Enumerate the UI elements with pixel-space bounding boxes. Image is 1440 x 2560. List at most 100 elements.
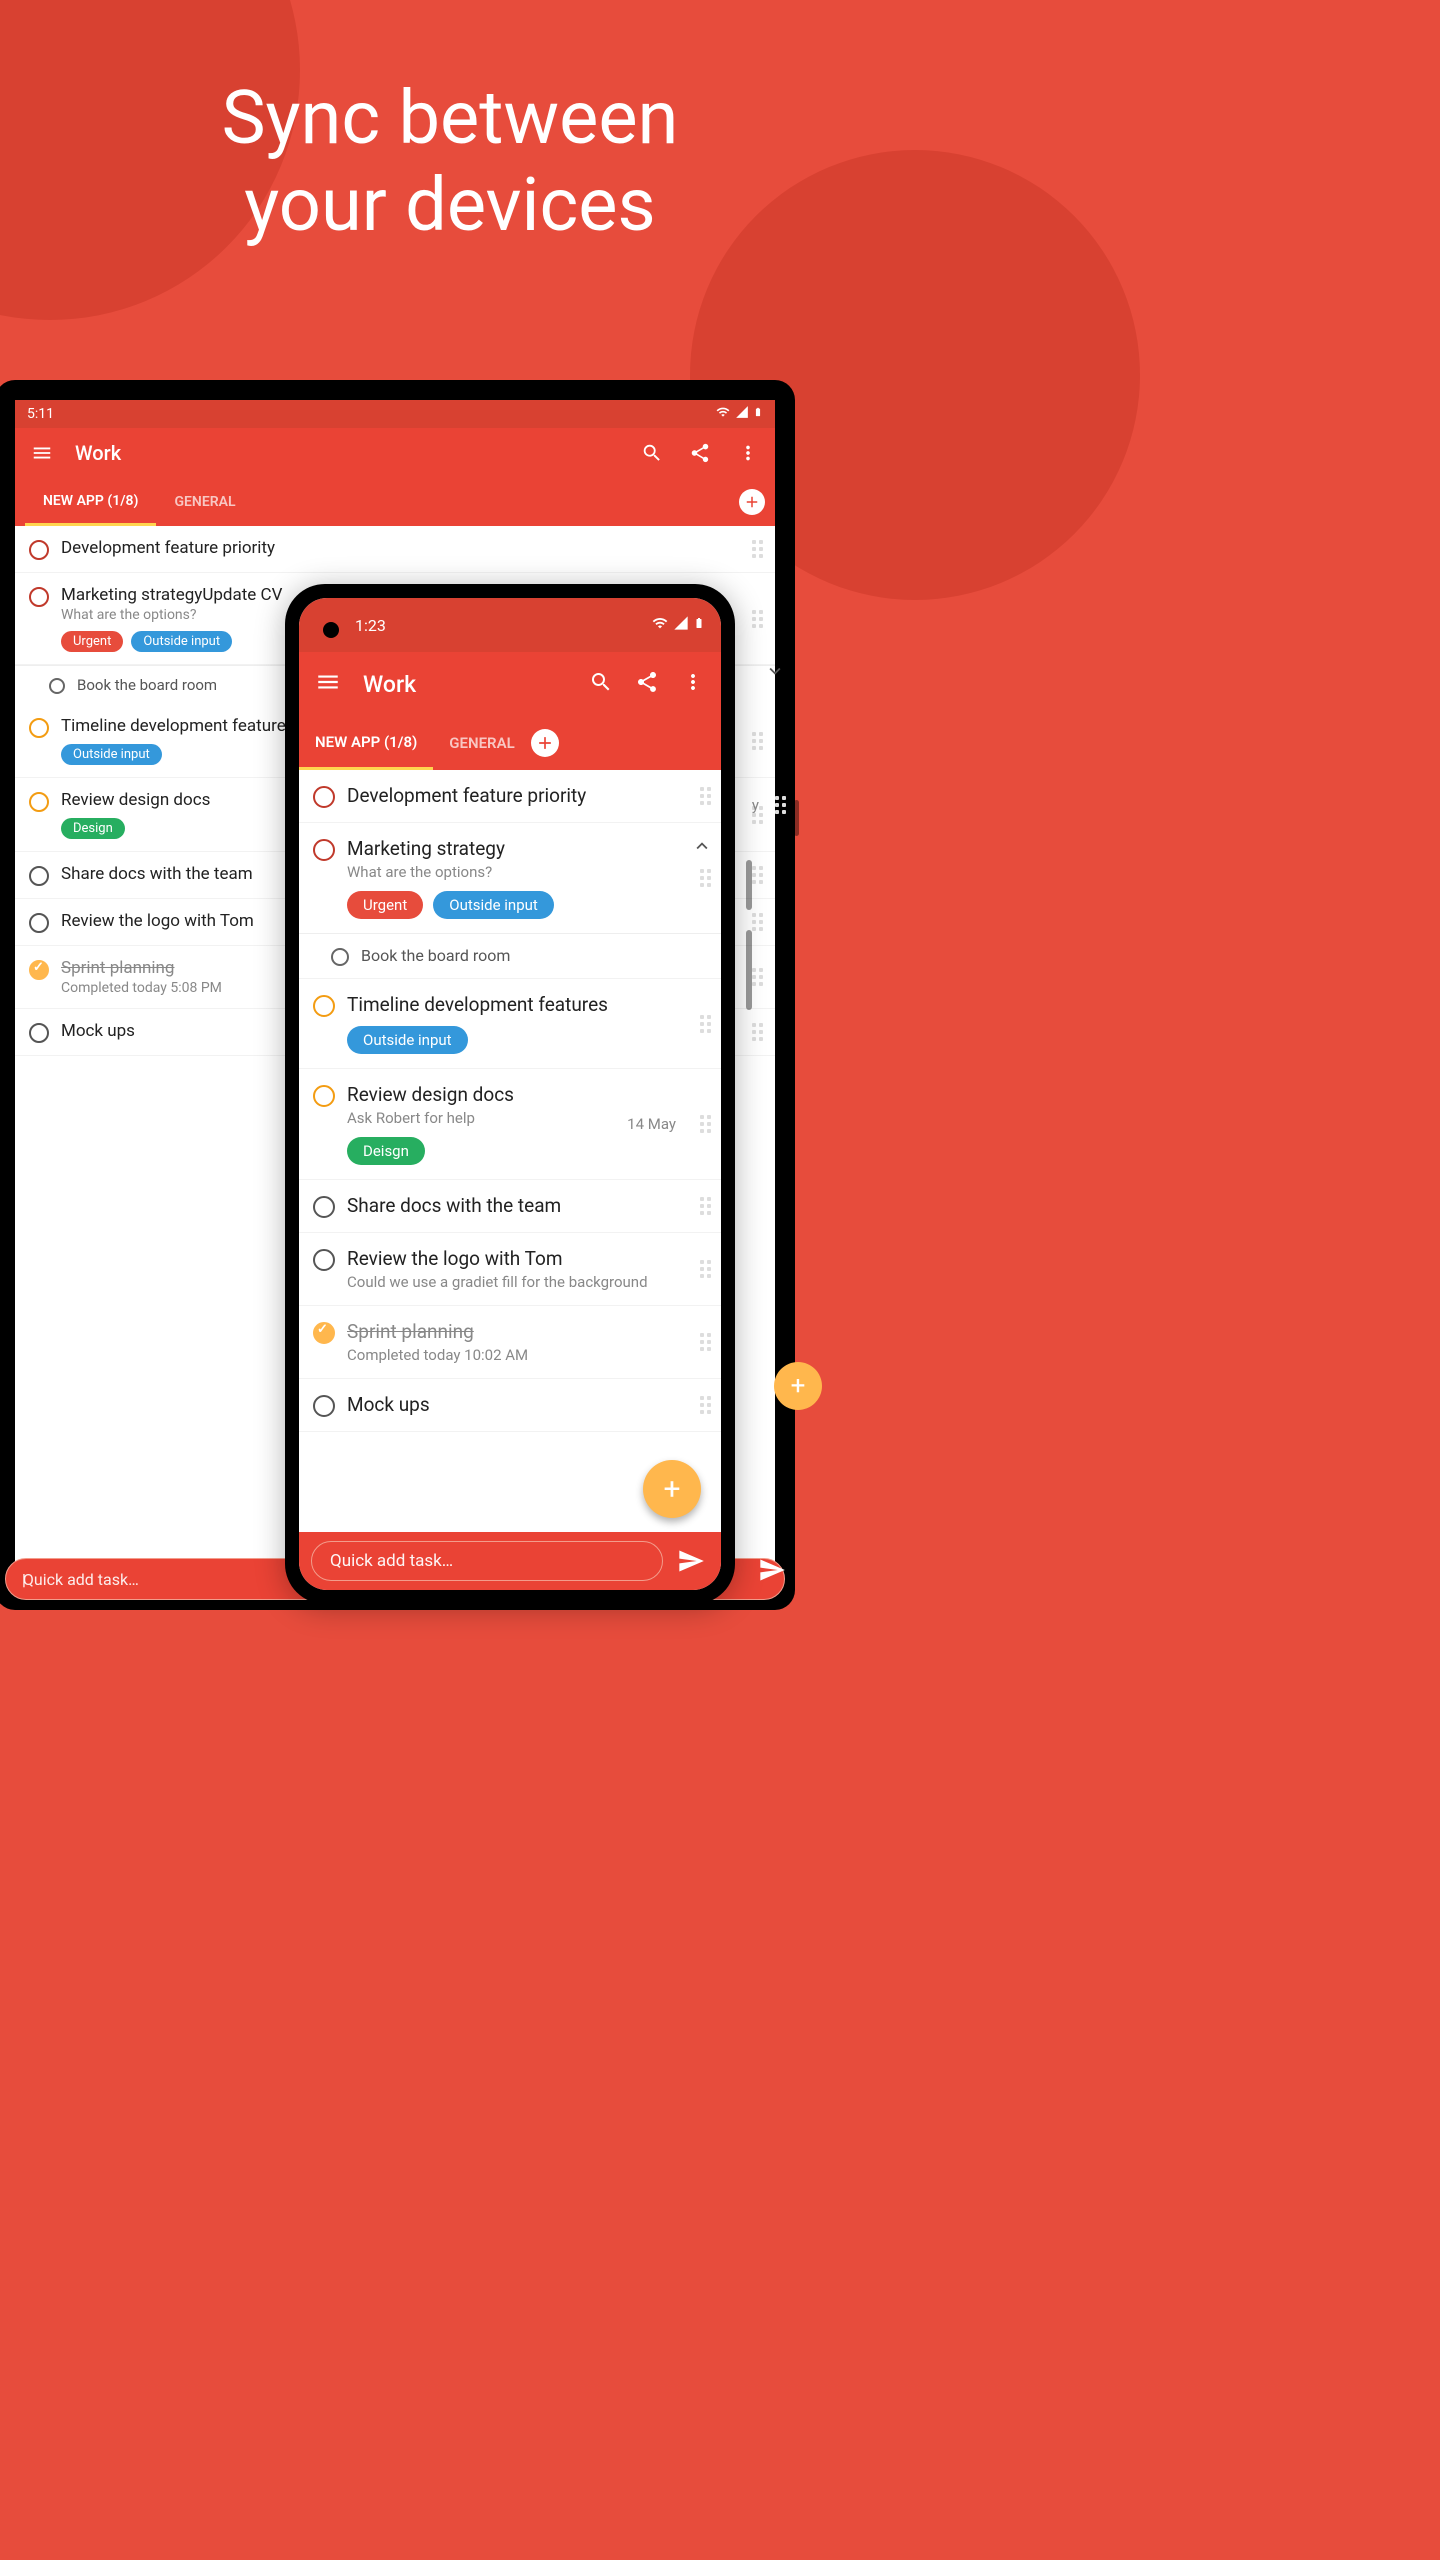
tab-bar: NEW APP (1/8) GENERAL [15, 478, 775, 526]
drag-handle-icon[interactable] [752, 732, 763, 750]
task-checkbox[interactable] [313, 1249, 335, 1271]
task-checkbox[interactable] [49, 678, 65, 694]
drag-handle-icon[interactable] [700, 1115, 711, 1133]
chip[interactable]: Outside input [61, 744, 162, 765]
task-checkbox[interactable] [313, 1085, 335, 1107]
drag-handle-icon[interactable] [700, 1396, 711, 1414]
drag-handle-icon[interactable] [700, 1260, 711, 1278]
add-tab-button[interactable] [531, 729, 559, 757]
fab-add-button[interactable]: + [643, 1460, 701, 1518]
app-bar: Work [299, 652, 721, 716]
chevron-down-icon[interactable] [764, 660, 786, 686]
task-title: Review design docs [347, 1083, 615, 1106]
task-row[interactable]: Development feature priority [299, 770, 721, 823]
task-row[interactable]: Mock ups [299, 1379, 721, 1432]
task-checkbox[interactable] [313, 1395, 335, 1417]
task-subtitle: Completed today 10:02 AM [347, 1346, 682, 1364]
headline: Sync betweenyour devices [0, 75, 900, 250]
status-time: 1:23 [355, 616, 386, 635]
task-checkbox[interactable] [29, 792, 49, 812]
chip[interactable]: Design [61, 818, 125, 839]
subtask-row[interactable]: Book the board room [299, 933, 721, 979]
task-checkbox[interactable] [29, 587, 49, 607]
task-row[interactable]: Review design docs Ask Robert for helpDe… [299, 1069, 721, 1180]
task-row[interactable]: Share docs with the team [299, 1180, 721, 1233]
task-checkbox[interactable] [331, 948, 349, 966]
send-icon[interactable] [673, 1543, 709, 1579]
battery-icon [753, 404, 763, 424]
tab-general[interactable]: GENERAL [433, 716, 530, 770]
drag-handle-icon[interactable] [700, 869, 711, 887]
battery-icon [693, 614, 705, 636]
tab-new-app[interactable]: NEW APP (1/8) [25, 478, 156, 526]
task-checkbox[interactable] [313, 1322, 335, 1344]
task-row[interactable]: Development feature priority [15, 526, 775, 573]
task-title: Sprint planning [347, 1320, 682, 1343]
chip[interactable]: Urgent [61, 631, 123, 652]
app-bar: Work [15, 428, 775, 478]
task-title: Mock ups [347, 1393, 682, 1416]
add-tab-button[interactable] [739, 489, 765, 515]
drag-handle-icon[interactable] [752, 610, 763, 628]
overflow-icon[interactable] [681, 670, 705, 698]
tab-general[interactable]: GENERAL [156, 478, 253, 526]
task-title: Development feature priority [61, 538, 734, 558]
fab-add-button[interactable]: + [774, 1362, 822, 1410]
drag-handle-icon[interactable] [775, 796, 786, 814]
status-bar: 5:11 [15, 400, 775, 428]
chip[interactable]: Urgent [347, 891, 423, 919]
menu-icon[interactable] [27, 438, 57, 468]
chip[interactable]: Deisgn [347, 1137, 425, 1165]
search-icon[interactable] [589, 670, 613, 698]
share-icon[interactable] [685, 438, 715, 468]
task-row-peek: y [752, 796, 786, 814]
task-title: Review the logo with Tom [347, 1247, 682, 1270]
task-subtitle: What are the options? [347, 863, 682, 881]
task-checkbox[interactable] [29, 913, 49, 933]
status-time: 5:11 [27, 406, 54, 422]
task-title: Share docs with the team [347, 1194, 682, 1217]
drag-handle-icon[interactable] [752, 913, 763, 931]
overflow-icon[interactable] [733, 438, 763, 468]
drag-handle-icon[interactable] [700, 787, 711, 805]
task-checkbox[interactable] [313, 786, 335, 808]
quick-add-input[interactable]: Quick add task… [311, 1541, 663, 1581]
task-title: Development feature priority [347, 784, 682, 807]
task-subtitle: Could we use a gradiet fill for the back… [347, 1273, 682, 1291]
app-title: Work [363, 671, 416, 698]
task-checkbox[interactable] [313, 995, 335, 1017]
drag-handle-icon[interactable] [752, 1023, 763, 1041]
drag-handle-icon[interactable] [752, 968, 763, 986]
task-checkbox[interactable] [29, 866, 49, 886]
chip[interactable]: Outside input [433, 891, 554, 919]
task-checkbox[interactable] [29, 960, 49, 980]
task-checkbox[interactable] [313, 839, 335, 861]
task-list: Development feature priority Marketing s… [299, 770, 721, 1532]
drag-handle-icon[interactable] [700, 1015, 711, 1033]
chevron-up-icon[interactable] [691, 835, 713, 861]
task-checkbox[interactable] [313, 1196, 335, 1218]
task-row[interactable]: Marketing strategy What are the options?… [299, 823, 721, 933]
drag-handle-icon[interactable] [700, 1333, 711, 1351]
quick-add-bar: Quick add task… [299, 1532, 721, 1590]
drag-handle-icon[interactable] [752, 866, 763, 884]
menu-icon[interactable] [315, 669, 341, 699]
status-bar: 1:23 [299, 598, 721, 652]
task-checkbox[interactable] [29, 1023, 49, 1043]
send-icon[interactable] [758, 1556, 786, 1588]
share-icon[interactable] [635, 670, 659, 698]
tab-new-app[interactable]: NEW APP (1/8) [299, 716, 433, 770]
task-row[interactable]: Sprint planning Completed today 10:02 AM [299, 1306, 721, 1379]
task-checkbox[interactable] [29, 718, 49, 738]
task-row[interactable]: Timeline development features Outside in… [299, 979, 721, 1069]
chip[interactable]: Outside input [131, 631, 232, 652]
chip[interactable]: Outside input [347, 1026, 468, 1054]
drag-handle-icon[interactable] [700, 1197, 711, 1215]
drag-handle-icon[interactable] [752, 540, 763, 558]
task-checkbox[interactable] [29, 540, 49, 560]
wifi-icon [715, 405, 731, 423]
signal-icon [735, 405, 749, 423]
task-row[interactable]: Review the logo with Tom Could we use a … [299, 1233, 721, 1306]
search-icon[interactable] [637, 438, 667, 468]
phone-frame: 1:23 Work NEW APP (1/8) GENERAL Developm… [285, 584, 735, 1604]
